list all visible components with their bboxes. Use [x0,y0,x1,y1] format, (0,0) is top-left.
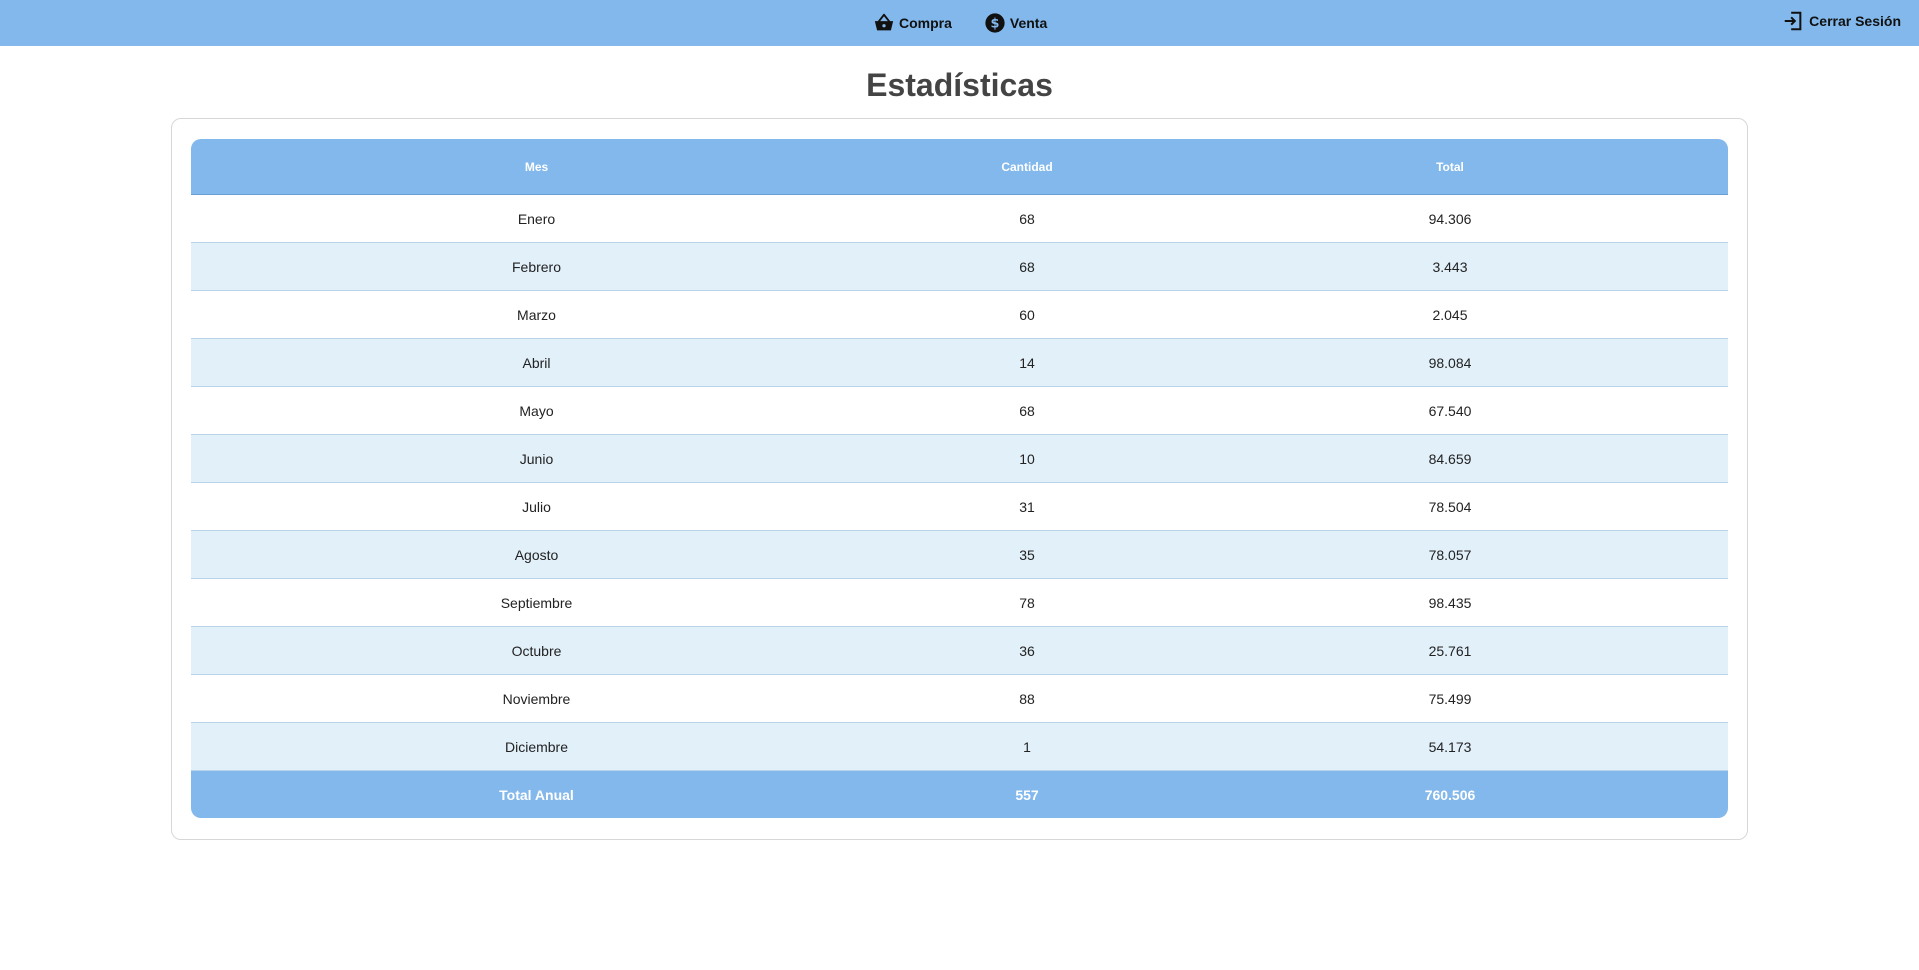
nav-compra-link[interactable]: Compra [873,12,952,34]
cell-mes: Marzo [191,290,882,339]
cell-total: 25.761 [1172,626,1728,675]
cell-total: 2.045 [1172,290,1728,339]
table-row: Julio 31 78.504 [191,482,1728,531]
cell-cantidad: 36 [882,626,1172,675]
header-mes: Mes [191,139,882,195]
cell-total: 78.504 [1172,482,1728,531]
nav-center: Compra $ Venta [873,0,1079,46]
cell-total: 98.435 [1172,578,1728,627]
cell-total: 3.443 [1172,242,1728,291]
table-header-row: Mes Cantidad Total [191,139,1728,195]
page-title: Estadísticas [866,67,1053,103]
cell-cantidad: 1 [882,722,1172,771]
shopping-basket-icon [873,12,895,34]
stats-card: Mes Cantidad Total Enero 68 94.306 Febre… [171,118,1748,840]
cell-total: 54.173 [1172,722,1728,771]
cell-mes: Julio [191,482,882,531]
table-row: Noviembre 88 75.499 [191,674,1728,723]
nav-venta-label: Venta [1009,15,1048,31]
logout-icon [1782,10,1804,32]
table-row: Octubre 36 25.761 [191,626,1728,675]
cell-mes: Diciembre [191,722,882,771]
logout-label: Cerrar Sesión [1809,13,1901,29]
top-navbar: Compra $ Venta Cerrar Sesión [0,0,1919,46]
cell-total: 78.057 [1172,530,1728,579]
cell-cantidad: 68 [882,242,1172,291]
cell-mes: Octubre [191,626,882,675]
header-cantidad: Cantidad [882,139,1172,195]
table-row: Enero 68 94.306 [191,194,1728,243]
footer-total: 760.506 [1172,770,1728,818]
dollar-circle-icon: $ [984,12,1006,34]
header-total: Total [1172,139,1728,195]
footer-cantidad: 557 [882,770,1172,818]
stats-table: Mes Cantidad Total Enero 68 94.306 Febre… [191,139,1728,818]
cell-cantidad: 31 [882,482,1172,531]
cell-mes: Mayo [191,386,882,435]
cell-cantidad: 35 [882,530,1172,579]
cell-total: 67.540 [1172,386,1728,435]
table-row: Marzo 60 2.045 [191,290,1728,339]
table-row: Abril 14 98.084 [191,338,1728,387]
table-row: Diciembre 1 54.173 [191,722,1728,771]
svg-text:$: $ [990,17,999,32]
cell-mes: Febrero [191,242,882,291]
table-row: Septiembre 78 98.435 [191,578,1728,627]
table-row: Agosto 35 78.057 [191,530,1728,579]
cell-cantidad: 68 [882,194,1172,243]
cell-mes: Junio [191,434,882,483]
footer-label: Total Anual [191,770,882,818]
cell-cantidad: 60 [882,290,1172,339]
cell-total: 94.306 [1172,194,1728,243]
cell-total: 75.499 [1172,674,1728,723]
cell-mes: Enero [191,194,882,243]
nav-compra-label: Compra [899,15,952,31]
cell-total: 84.659 [1172,434,1728,483]
logout-button[interactable]: Cerrar Sesión [1782,0,1901,42]
table-footer-row: Total Anual 557 760.506 [191,770,1728,818]
cell-total: 98.084 [1172,338,1728,387]
cell-cantidad: 10 [882,434,1172,483]
cell-cantidad: 14 [882,338,1172,387]
cell-cantidad: 78 [882,578,1172,627]
table-row: Junio 10 84.659 [191,434,1728,483]
nav-venta-link[interactable]: $ Venta [984,12,1047,34]
cell-mes: Abril [191,338,882,387]
table-row: Mayo 68 67.540 [191,386,1728,435]
cell-mes: Septiembre [191,578,882,627]
stats-table-wrapper: Mes Cantidad Total Enero 68 94.306 Febre… [191,139,1728,818]
cell-mes: Noviembre [191,674,882,723]
cell-cantidad: 68 [882,386,1172,435]
cell-mes: Agosto [191,530,882,579]
table-row: Febrero 68 3.443 [191,242,1728,291]
cell-cantidad: 88 [882,674,1172,723]
